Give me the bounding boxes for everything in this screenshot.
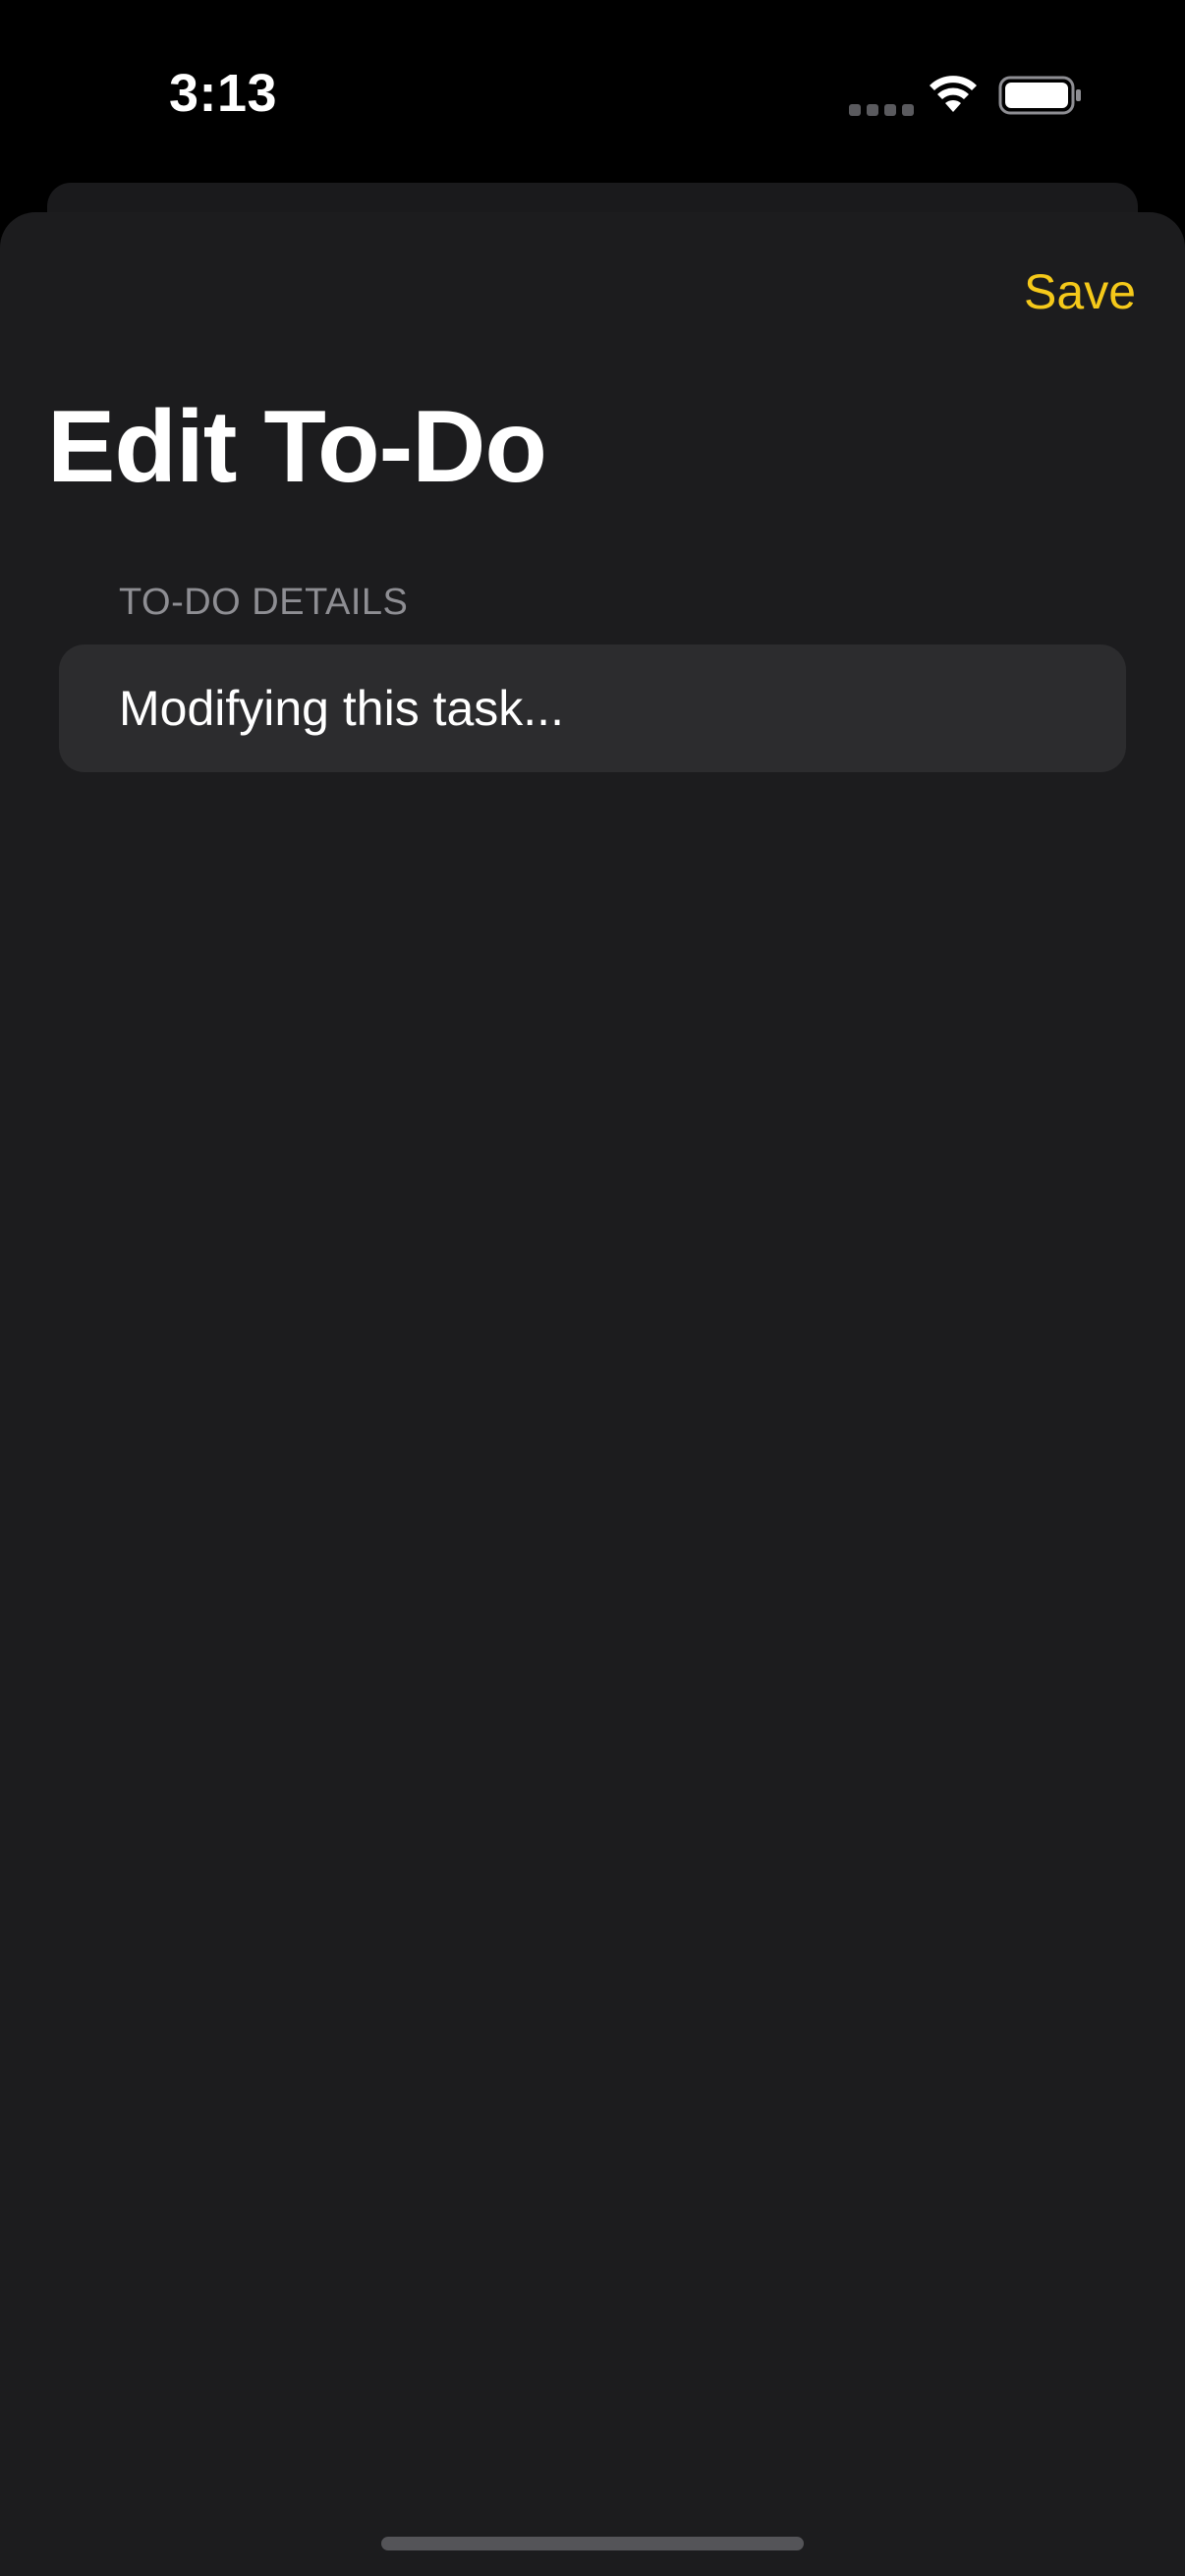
task-field-card — [59, 644, 1126, 772]
edit-sheet: Save Edit To-Do TO-DO DETAILS — [0, 212, 1185, 2576]
task-input[interactable] — [119, 644, 1092, 772]
battery-icon — [998, 76, 1081, 115]
page-title: Edit To-Do — [47, 390, 547, 504]
wifi-icon — [930, 76, 977, 112]
home-indicator — [381, 2537, 804, 2550]
status-time: 3:13 — [169, 64, 278, 123]
signal-dots-icon — [849, 104, 914, 116]
status-bar: 3:13 — [0, 0, 1185, 187]
section-header: TO-DO DETAILS — [119, 582, 409, 623]
save-button[interactable]: Save — [1024, 263, 1136, 320]
